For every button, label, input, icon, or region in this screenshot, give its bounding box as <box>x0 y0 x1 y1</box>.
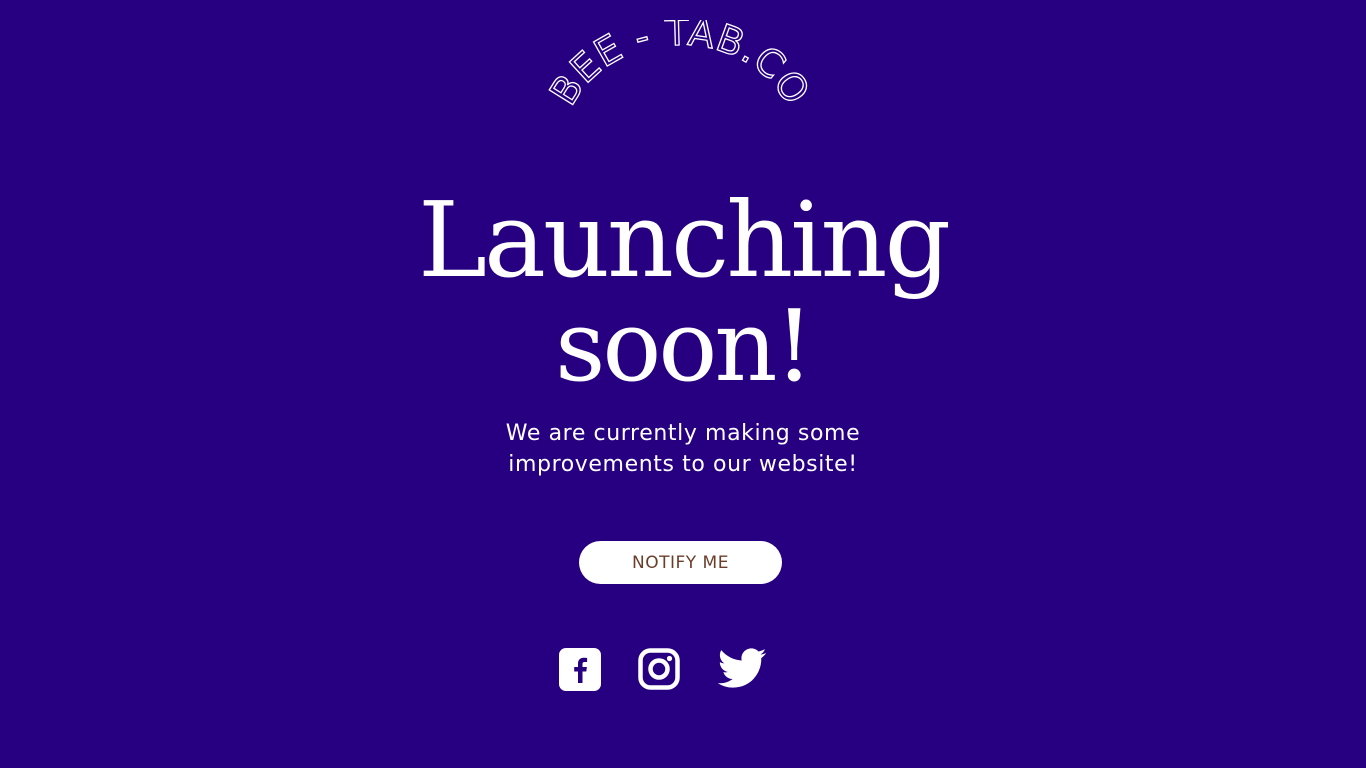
facebook-icon <box>559 648 601 691</box>
subtitle-line-2: improvements to our website! <box>508 452 858 477</box>
facebook-link[interactable] <box>559 648 601 691</box>
brand-logo: BEE - TAB.CO <box>540 20 819 113</box>
notify-me-button[interactable]: NOTIFY ME <box>579 541 782 584</box>
headline-line-2: soon! <box>555 290 814 404</box>
instagram-link[interactable] <box>638 648 680 690</box>
twitter-link[interactable] <box>718 648 767 689</box>
launch-page: BEE - TAB.CO Launching soon! We are curr… <box>0 0 1366 768</box>
subtitle-line-1: We are currently making some <box>505 421 861 446</box>
subtitle: We are currently making some improvement… <box>0 418 1366 480</box>
instagram-icon <box>638 648 680 690</box>
headline-line-1: Launching <box>417 179 951 301</box>
brand-logo-text: BEE - TAB.CO <box>541 20 819 113</box>
twitter-icon <box>718 648 767 688</box>
